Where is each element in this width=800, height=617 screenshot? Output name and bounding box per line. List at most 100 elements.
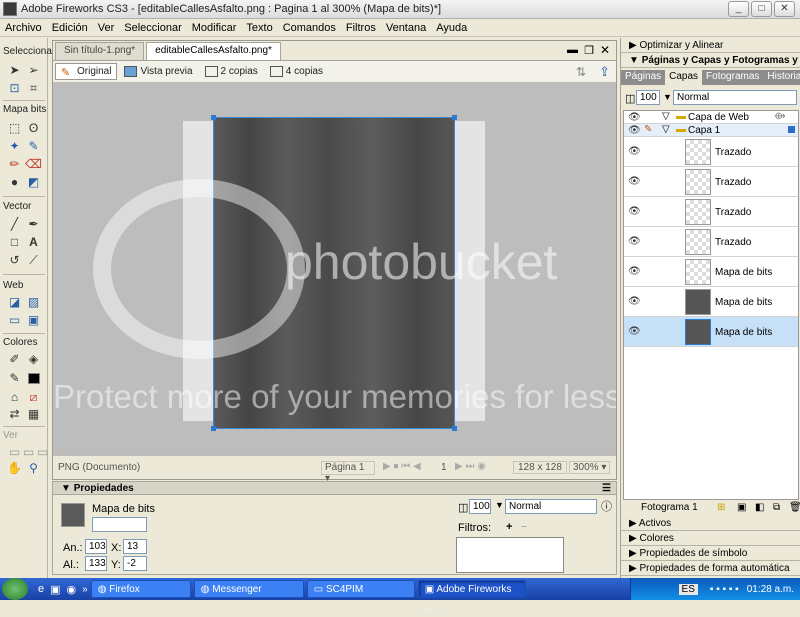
expand-icon[interactable]: ▽: [662, 111, 670, 122]
tab-editable-calles[interactable]: editableCallesAsfalto.png*: [146, 42, 281, 60]
line-tool-icon[interactable]: ╱: [6, 216, 23, 232]
doc-restore-icon[interactable]: ❐: [584, 44, 594, 57]
autoshape-props-header[interactable]: ▶ Propiedades de forma automática: [621, 561, 800, 576]
eye-icon[interactable]: 👁: [628, 112, 642, 123]
subselect-tool-icon[interactable]: ➢: [25, 62, 42, 78]
remove-filter-icon[interactable]: −: [521, 521, 527, 533]
opacity-field[interactable]: 100: [469, 499, 491, 514]
tab-sin-titulo[interactable]: Sin título-1.png*: [55, 42, 145, 60]
canvas-area[interactable]: photobucket Protect more of your memorie…: [53, 83, 616, 455]
layer-row-bitmap-selected[interactable]: 👁 Mapa de bits: [624, 317, 798, 347]
add-filter-icon[interactable]: +: [506, 521, 512, 533]
delete-layer-icon[interactable]: 🗑: [789, 501, 800, 515]
original-view-button[interactable]: ✎ Original: [55, 63, 118, 80]
taskbar-messenger[interactable]: ◍ Messenger: [193, 580, 304, 598]
two-up-view-button[interactable]: 2 copias: [200, 64, 263, 79]
new-bitmap-icon[interactable]: ▣: [737, 501, 746, 515]
x-field[interactable]: 13: [123, 539, 147, 554]
menu-seleccionar[interactable]: Seleccionar: [119, 22, 186, 34]
layer-row-trazado[interactable]: 👁 Trazado: [624, 227, 798, 257]
menu-ventana[interactable]: Ventana: [381, 22, 431, 34]
default-colors-icon[interactable]: ⌂: [6, 389, 23, 405]
selection-handle[interactable]: [211, 426, 216, 431]
pencil-tool-icon[interactable]: ✏: [6, 156, 23, 172]
blur-tool-icon[interactable]: ●: [6, 174, 23, 190]
doc-minimize-icon[interactable]: ▬: [567, 44, 578, 56]
hide-slices-icon[interactable]: ▭: [6, 312, 23, 328]
layer-row-web[interactable]: 👁 ▽ ▬ Capa de Web ⟴: [624, 111, 798, 124]
full-screen-icon[interactable]: ▭: [34, 444, 51, 460]
opacity-dropdown-icon[interactable]: ▼: [495, 500, 504, 510]
close-button[interactable]: ✕: [774, 1, 795, 17]
page-select[interactable]: Página 1 ▾: [321, 461, 375, 484]
marquee-tool-icon[interactable]: ⬚: [6, 120, 23, 136]
blend-mode-select[interactable]: Normal: [505, 499, 597, 514]
tab-capas[interactable]: Capas: [665, 70, 703, 85]
hand-tool-icon[interactable]: ✋: [6, 460, 23, 476]
menu-modificar[interactable]: Modificar: [187, 22, 242, 34]
menu-archivo[interactable]: Archivo: [0, 22, 47, 34]
tab-historial[interactable]: Historial: [763, 70, 800, 85]
swap-colors-alt-icon[interactable]: ▦: [25, 406, 42, 422]
expand-icon[interactable]: ▽: [662, 124, 670, 135]
object-name-field[interactable]: [92, 517, 147, 532]
magic-wand-tool-icon[interactable]: ✦: [6, 138, 23, 154]
layer-row-bitmap[interactable]: 👁 Mapa de bits: [624, 287, 798, 317]
pages-layers-header[interactable]: ▼ Páginas y Capas y Fotogramas y ...: [621, 53, 800, 81]
filters-list[interactable]: [456, 537, 564, 573]
stroke-color-icon[interactable]: ✎: [6, 370, 23, 386]
zoom-tool-icon[interactable]: ⚲: [25, 460, 42, 476]
selection-handle[interactable]: [211, 115, 216, 120]
y-field[interactable]: -2: [123, 556, 147, 571]
properties-header[interactable]: ▼ Propiedades ☰: [52, 481, 617, 495]
swap-colors-icon[interactable]: ⇄: [6, 406, 23, 422]
height-field[interactable]: 133: [85, 556, 107, 571]
replace-color-tool-icon[interactable]: ◩: [25, 174, 42, 190]
layer-opacity-dropdown-icon[interactable]: ▼: [663, 92, 672, 102]
zoom-select[interactable]: 300% ▾: [569, 461, 611, 474]
eyedropper-tool-icon[interactable]: ✐: [6, 351, 23, 367]
eye-icon[interactable]: 👁: [628, 146, 642, 157]
menu-filtros[interactable]: Filtros: [341, 22, 381, 34]
maximize-button[interactable]: □: [751, 1, 772, 17]
fill-color-swatch[interactable]: [25, 370, 42, 386]
rectangle-tool-icon[interactable]: □: [6, 234, 23, 250]
selection-handle[interactable]: [452, 426, 457, 431]
eye-icon[interactable]: 👁: [628, 206, 642, 217]
layer-opacity-field[interactable]: 100: [636, 90, 660, 105]
help-icon[interactable]: ⓘ: [601, 498, 612, 514]
properties-options-icon[interactable]: ☰: [602, 482, 611, 496]
menu-ver[interactable]: Ver: [93, 22, 120, 34]
menu-edicion[interactable]: Edición: [47, 22, 93, 34]
tab-fotogramas[interactable]: Fotogramas: [702, 70, 763, 85]
add-mask-icon[interactable]: ◧: [755, 501, 764, 515]
selection-handle[interactable]: [452, 115, 457, 120]
layer-row-bitmap[interactable]: 👁 Mapa de bits: [624, 257, 798, 287]
assets-panel-header[interactable]: ▶ Activos: [621, 516, 800, 531]
tab-paginas[interactable]: Páginas: [621, 70, 665, 85]
pointer-tool-icon[interactable]: ➤: [6, 62, 23, 78]
width-field[interactable]: 103: [85, 539, 107, 554]
tray-icons[interactable]: ▪ ▪ ▪ ▪ ▪: [710, 584, 739, 595]
knife-tool-icon[interactable]: ⟋: [25, 252, 42, 268]
eye-icon[interactable]: 👁: [628, 176, 642, 187]
scale-tool-icon[interactable]: ⊡: [6, 80, 23, 96]
optimize-panel-header[interactable]: ▶ Optimizar y Alinear: [621, 38, 800, 53]
eye-icon[interactable]: 👁: [628, 125, 642, 136]
eye-icon[interactable]: 👁: [628, 326, 642, 337]
frame-controls-icon[interactable]: ▶ ⏹ ⏮ ◀: [383, 461, 421, 472]
paint-bucket-tool-icon[interactable]: ◈: [25, 351, 42, 367]
four-up-view-button[interactable]: 4 copias: [265, 64, 328, 79]
language-indicator[interactable]: ES: [678, 583, 698, 595]
pen-tool-icon[interactable]: ✒: [25, 216, 42, 232]
menu-ayuda[interactable]: Ayuda: [431, 22, 472, 34]
quicklaunch-more-icon[interactable]: »: [82, 584, 88, 595]
quick-export-icon[interactable]: ⇅: [576, 65, 586, 79]
eraser-tool-icon[interactable]: ⌫: [25, 156, 42, 172]
preview-view-button[interactable]: Vista previa: [119, 64, 197, 79]
layer-blend-select[interactable]: Normal: [673, 90, 797, 105]
freeform-tool-icon[interactable]: ↺: [6, 252, 23, 268]
menu-texto[interactable]: Texto: [241, 22, 277, 34]
layer-row-trazado[interactable]: 👁 Trazado: [624, 137, 798, 167]
duplicate-layer-icon[interactable]: ⧉: [773, 501, 780, 515]
